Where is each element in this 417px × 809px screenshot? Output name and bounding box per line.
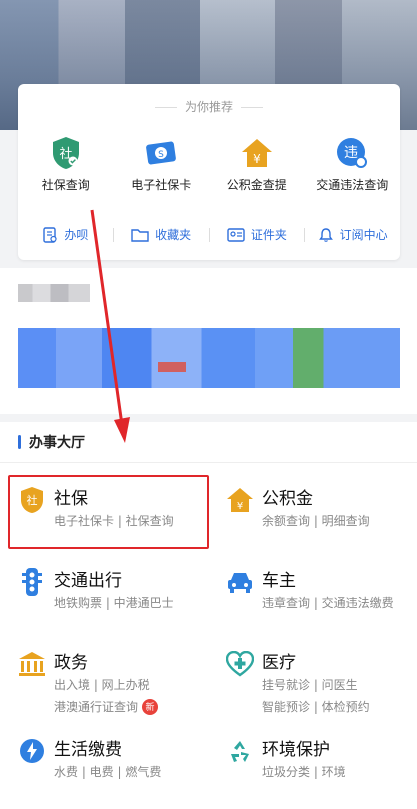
recommend-item-label: 电子社保卡 bbox=[131, 178, 192, 192]
service-title: 交通出行 bbox=[54, 571, 122, 591]
tool-row: 办呗 收藏夹 证件夹 订阅中心 bbox=[18, 226, 400, 243]
svg-text:违: 违 bbox=[344, 145, 358, 161]
service-title: 生活缴费 bbox=[54, 740, 122, 760]
service-subtitle: 出入境 | 网上办税 bbox=[54, 678, 150, 692]
folder-icon bbox=[131, 228, 149, 242]
new-badge: 新 bbox=[142, 698, 159, 715]
tool-label: 订阅中心 bbox=[339, 228, 388, 242]
hall-header: 办事大厅 bbox=[18, 432, 85, 452]
government-building-icon bbox=[18, 650, 46, 678]
recommend-item-label: 社保查询 bbox=[41, 178, 90, 192]
tool-banbei[interactable]: 办呗 bbox=[18, 226, 113, 243]
recommend-item-traffic-violation[interactable]: 违 交通违法查询 bbox=[305, 136, 401, 193]
accent-bar bbox=[18, 435, 21, 449]
highlight-box bbox=[8, 475, 209, 549]
recommend-item-social-security-query[interactable]: 社 社保查询 bbox=[18, 136, 114, 193]
tool-id-wallet[interactable]: 证件夹 bbox=[210, 226, 305, 243]
blurred-text bbox=[18, 284, 90, 302]
traffic-violation-icon: 违 bbox=[335, 136, 369, 170]
service-subtitle: 违章查询 | 交通违法缴费 bbox=[262, 596, 394, 610]
tool-label: 收藏夹 bbox=[155, 228, 192, 242]
lightning-icon bbox=[18, 737, 46, 765]
service-subtitle: 水费 | 电费 | 燃气费 bbox=[54, 765, 162, 779]
document-icon bbox=[43, 226, 57, 243]
hall-title: 办事大厅 bbox=[29, 435, 85, 451]
id-card-icon bbox=[227, 227, 245, 242]
service-subtitle-extra: 港澳通行证查询 新 bbox=[54, 698, 159, 715]
house-yuan-icon: ¥ bbox=[240, 136, 274, 170]
service-subtitle: 挂号就诊 | 问医生 bbox=[262, 678, 358, 692]
service-subtitle: 垃圾分类 | 环境 bbox=[262, 765, 346, 779]
blurred-content-area bbox=[0, 268, 417, 414]
recommend-title: 为你推荐 bbox=[18, 98, 400, 115]
tool-subscription[interactable]: 订阅中心 bbox=[305, 226, 400, 243]
house-yuan-icon: ¥ bbox=[226, 486, 254, 514]
service-title: 车主 bbox=[262, 571, 296, 591]
recommend-item-provident-fund[interactable]: ¥ 公积金查提 bbox=[209, 136, 305, 193]
svg-text:¥: ¥ bbox=[237, 501, 243, 512]
service-subtitle: 地铁购票 | 中港通巴士 bbox=[54, 596, 174, 610]
service-subtitle-2: 港澳通行证查询 bbox=[54, 700, 139, 714]
service-title: 公积金 bbox=[262, 489, 313, 509]
recommend-card: 为你推荐 社 社保查询 S 电子社保卡 ¥ 公积金查提 违 交通违法查询 办呗 … bbox=[18, 84, 400, 260]
bell-icon bbox=[318, 227, 333, 242]
tool-label: 证件夹 bbox=[250, 228, 287, 242]
tool-label: 办呗 bbox=[64, 228, 89, 242]
tool-favorites[interactable]: 收藏夹 bbox=[114, 226, 209, 243]
recommend-item-e-social-card[interactable]: S 电子社保卡 bbox=[114, 136, 210, 193]
service-title: 医疗 bbox=[262, 653, 296, 673]
service-title: 环境保护 bbox=[262, 740, 330, 760]
svg-text:¥: ¥ bbox=[253, 152, 261, 166]
service-subtitle-2: 智能预诊 | 体检预约 bbox=[262, 700, 370, 714]
svg-text:S: S bbox=[158, 150, 164, 160]
divider bbox=[0, 462, 417, 463]
service-title: 政务 bbox=[54, 653, 88, 673]
recommend-item-label: 公积金查提 bbox=[226, 178, 287, 192]
blurred-promo-banner[interactable] bbox=[18, 328, 400, 388]
service-subtitle: 余额查询 | 明细查询 bbox=[262, 514, 370, 528]
traffic-light-icon bbox=[18, 568, 46, 596]
recommend-grid: 社 社保查询 S 电子社保卡 ¥ 公积金查提 违 交通违法查询 bbox=[18, 136, 400, 193]
card-icon: S bbox=[144, 136, 178, 170]
car-icon bbox=[226, 568, 254, 596]
shield-she-icon: 社 bbox=[49, 136, 83, 170]
recommend-item-label: 交通违法查询 bbox=[316, 178, 389, 192]
recycle-icon bbox=[226, 737, 254, 765]
medical-heart-icon bbox=[226, 650, 254, 678]
